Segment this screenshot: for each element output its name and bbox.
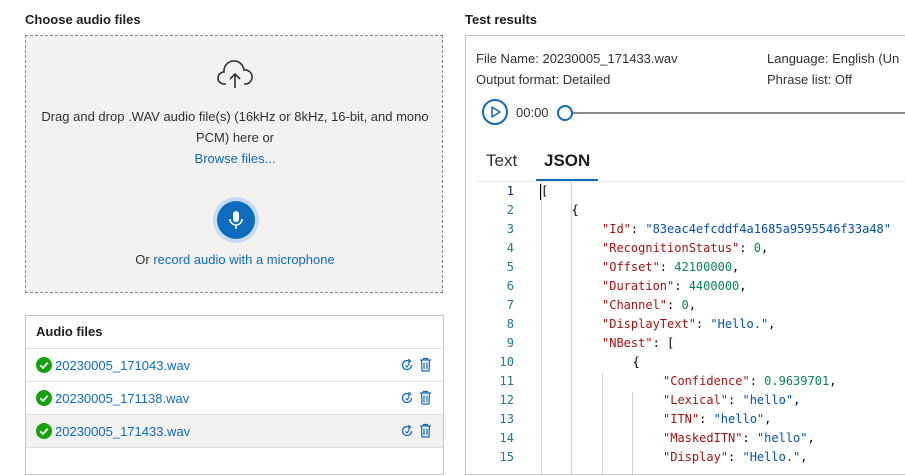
phrase-list-label: Phrase list: Off [767, 72, 853, 87]
test-results-panel: File Name: 20230005_171433.wav Output fo… [465, 35, 905, 475]
text-cursor [540, 184, 541, 200]
code-line: 5 "Offset": 42100000, [466, 258, 905, 277]
code-text: "NBest": [ [602, 336, 675, 350]
code-text: "Channel": 0, [602, 298, 696, 312]
record-audio-link[interactable]: record audio with a microphone [153, 252, 334, 267]
record-button[interactable] [213, 197, 259, 243]
play-icon [491, 106, 501, 118]
language-label: Language: English (Un [767, 51, 900, 66]
dropzone-instructions: Drag and drop .WAV audio file(s) (16kHz … [41, 109, 429, 145]
audio-dropzone[interactable]: Drag and drop .WAV audio file(s) (16kHz … [25, 35, 443, 293]
line-number: 14 [499, 431, 514, 445]
trash-icon[interactable] [419, 390, 432, 405]
tab-json[interactable]: JSON [544, 151, 590, 171]
file-name-label: File Name: 20230005_171433.wav [476, 51, 678, 66]
file-name-link[interactable]: 20230005_171043.wav [55, 358, 190, 373]
line-number: 1 [506, 184, 514, 198]
play-button[interactable] [482, 99, 508, 125]
code-text: [ [541, 184, 549, 198]
code-line: 8 "DisplayText": "Hello.", [466, 315, 905, 334]
line-number: 3 [506, 222, 514, 236]
line-number: 15 [499, 450, 514, 464]
code-line: 2{ [466, 201, 905, 220]
line-number: 9 [506, 336, 514, 350]
code-text: { [632, 355, 640, 369]
code-line: 6 "Duration": 4400000, [466, 277, 905, 296]
code-text: "Id": "83eac4efcddf4a1685a9595546f33a48" [602, 222, 891, 236]
file-name-link[interactable]: 20230005_171433.wav [55, 424, 190, 439]
code-line: 4 "RecognitionStatus": 0, [466, 239, 905, 258]
code-text: "Offset": 42100000, [602, 260, 740, 274]
line-number: 5 [506, 260, 514, 274]
code-line: 13 "ITN": "hello", [466, 410, 905, 429]
microphone-icon [229, 211, 243, 229]
playback-time: 00:00 [516, 105, 549, 120]
line-number: 7 [506, 298, 514, 312]
line-number: 4 [506, 241, 514, 255]
audio-file-list: 20230005_171043.wav 20230005_171138.wav 20… [26, 349, 443, 448]
json-code-view[interactable]: 1[2{3 "Id": "83eac4efcddf4a1685a9595546f3… [466, 182, 905, 467]
code-text: "Display": "Hello.", [663, 450, 808, 464]
line-number: 13 [499, 412, 514, 426]
check-circle-icon [36, 390, 52, 406]
file-row[interactable]: 20230005_171043.wav [26, 349, 443, 382]
audio-files-header: Audio files [26, 316, 443, 349]
tab-text[interactable]: Text [486, 151, 517, 171]
record-line: Or record audio with a microphone [26, 252, 444, 267]
code-text: "Lexical": "hello", [663, 393, 801, 407]
file-row[interactable]: 20230005_171433.wav [26, 415, 443, 448]
code-text: "Duration": 4400000, [602, 279, 747, 293]
line-number: 12 [499, 393, 514, 407]
refresh-icon[interactable] [400, 358, 414, 372]
audio-files-panel: Audio files 20230005_171043.wav 20230005_… [25, 315, 444, 475]
code-line: 15 "Display": "Hello.", [466, 448, 905, 467]
code-line: 1[ [466, 182, 905, 201]
trash-icon[interactable] [419, 357, 432, 372]
code-line: 10 { [466, 353, 905, 372]
active-tab-indicator [536, 179, 598, 181]
output-format-label: Output format: Detailed [476, 72, 611, 87]
code-line: 11 "Confidence": 0.9639701, [466, 372, 905, 391]
file-row[interactable]: 20230005_171138.wav [26, 382, 443, 415]
code-line: 12 "Lexical": "hello", [466, 391, 905, 410]
trash-icon[interactable] [419, 423, 432, 438]
line-number: 10 [499, 355, 514, 369]
check-circle-icon [36, 423, 52, 439]
code-text: "Confidence": 0.9639701, [663, 374, 837, 388]
code-line: 9 "NBest": [ [466, 334, 905, 353]
line-number: 2 [506, 203, 514, 217]
code-text: "RecognitionStatus": 0, [602, 241, 769, 255]
code-text: { [571, 203, 579, 217]
cloud-upload-icon [217, 60, 253, 88]
line-number: 8 [506, 317, 514, 331]
record-prefix: Or [135, 252, 154, 267]
file-name-link[interactable]: 20230005_171138.wav [55, 391, 189, 406]
line-number: 6 [506, 279, 514, 293]
refresh-icon[interactable] [400, 391, 414, 405]
playback-slider-track[interactable] [566, 112, 905, 114]
code-line: 7 "Channel": 0, [466, 296, 905, 315]
code-text: "ITN": "hello", [663, 412, 772, 426]
playback-slider-thumb[interactable] [557, 105, 573, 121]
code-line: 3 "Id": "83eac4efcddf4a1685a9595546f33a48… [466, 220, 905, 239]
choose-audio-title: Choose audio files [25, 12, 141, 27]
check-circle-icon [36, 357, 52, 373]
code-text: "MaskedITN": "hello", [663, 431, 815, 445]
refresh-icon[interactable] [400, 424, 414, 438]
code-line: 14 "MaskedITN": "hello", [466, 429, 905, 448]
browse-files-link[interactable]: Browse files... [26, 151, 444, 166]
test-results-title: Test results [465, 12, 538, 27]
code-text: "DisplayText": "Hello.", [602, 317, 776, 331]
line-number: 11 [499, 374, 514, 388]
